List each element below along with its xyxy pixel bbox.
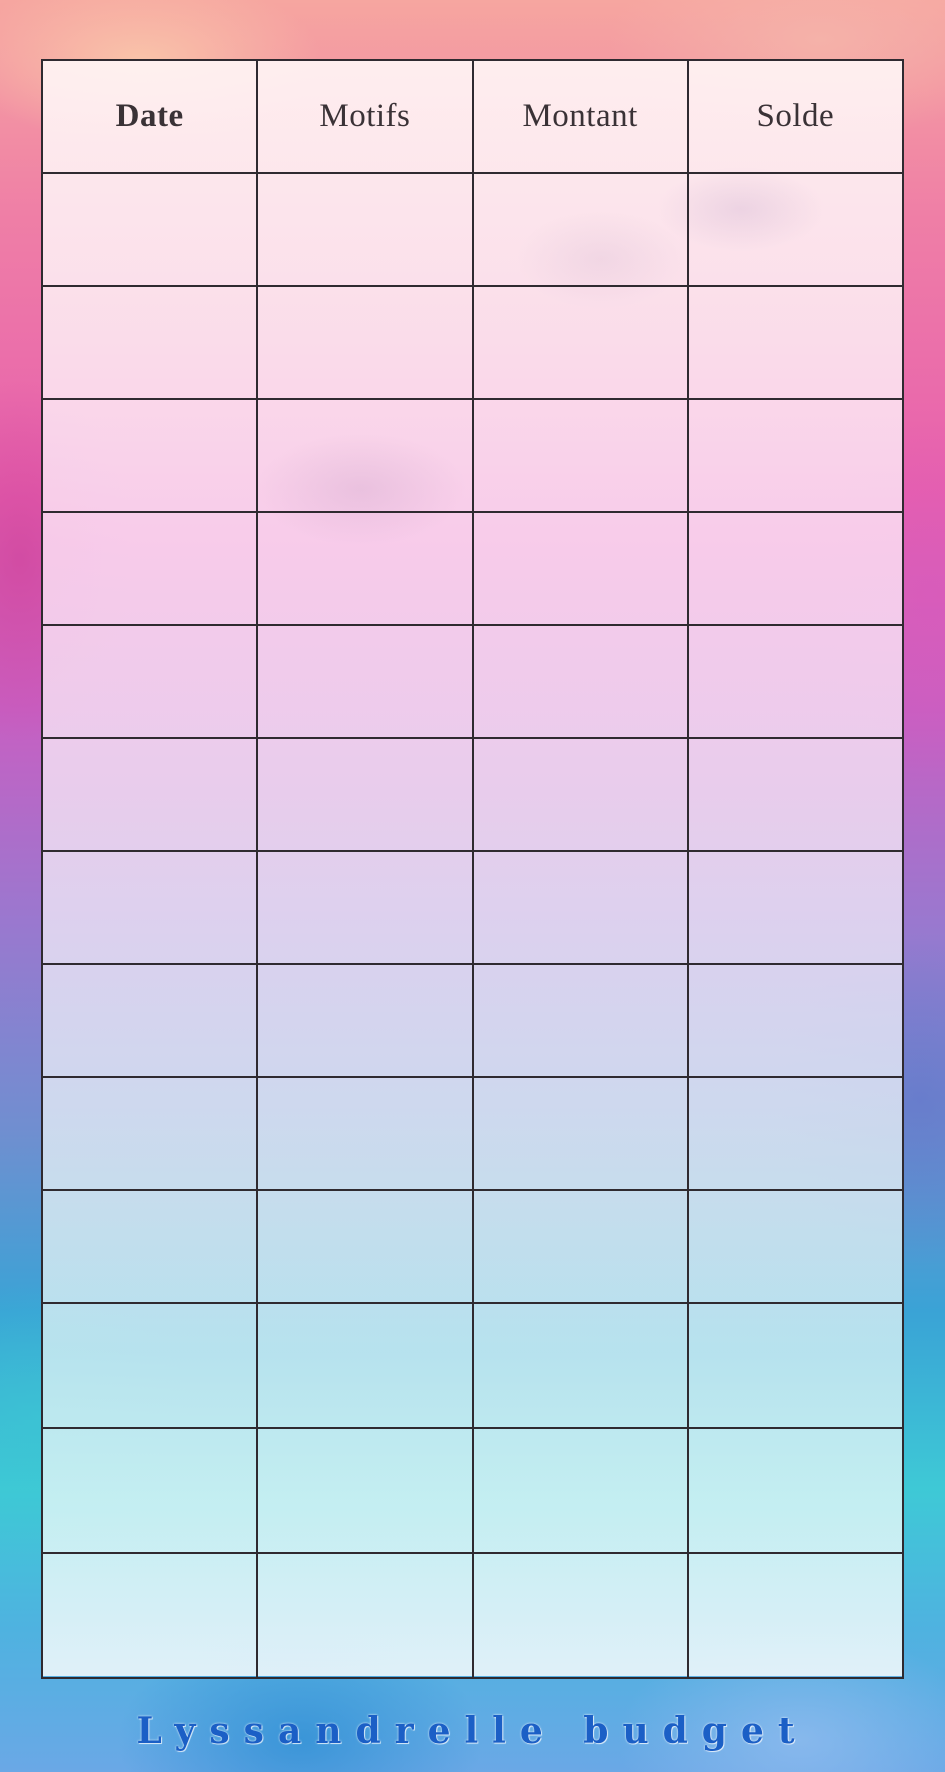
date-cell[interactable]	[40, 963, 259, 1078]
amount-cell[interactable]	[471, 1189, 689, 1304]
budget-page: { "table": { "headers": [ {"label": "Dat…	[0, 0, 945, 1772]
table-row	[40, 737, 905, 852]
amount-cell[interactable]	[471, 850, 689, 965]
balance-cell[interactable]	[686, 285, 905, 400]
header-row: Date Motifs Montant Solde	[40, 59, 905, 174]
balance-cell[interactable]	[686, 172, 905, 287]
table-row	[40, 624, 905, 739]
amount-cell[interactable]	[471, 624, 689, 739]
motif-cell[interactable]	[256, 1302, 474, 1429]
header-motifs: Motifs	[256, 59, 474, 174]
balance-cell[interactable]	[686, 1552, 905, 1679]
table-row	[40, 1302, 905, 1429]
budget-table: Date Motifs Montant Solde	[40, 59, 905, 1679]
amount-cell[interactable]	[471, 398, 689, 513]
table-row	[40, 850, 905, 965]
balance-cell[interactable]	[686, 850, 905, 965]
date-cell[interactable]	[40, 850, 259, 965]
date-cell[interactable]	[40, 1552, 259, 1679]
amount-cell[interactable]	[471, 285, 689, 400]
budget-sheet: Date Motifs Montant Solde	[40, 59, 905, 1679]
balance-cell[interactable]	[686, 1302, 905, 1429]
motif-cell[interactable]	[256, 398, 474, 513]
motif-cell[interactable]	[256, 624, 474, 739]
date-cell[interactable]	[40, 737, 259, 852]
balance-cell[interactable]	[686, 511, 905, 626]
motif-cell[interactable]	[256, 850, 474, 965]
date-cell[interactable]	[40, 285, 259, 400]
motif-cell[interactable]	[256, 285, 474, 400]
header-montant: Montant	[471, 59, 689, 174]
amount-cell[interactable]	[471, 511, 689, 626]
balance-cell[interactable]	[686, 963, 905, 1078]
motif-cell[interactable]	[256, 511, 474, 626]
table-row	[40, 285, 905, 400]
amount-cell[interactable]	[471, 963, 689, 1078]
balance-cell[interactable]	[686, 737, 905, 852]
motif-cell[interactable]	[256, 1427, 474, 1554]
table-row	[40, 1552, 905, 1679]
table-row	[40, 398, 905, 513]
brand-title: Lyssandrelle budget	[136, 1710, 809, 1752]
date-cell[interactable]	[40, 1076, 259, 1191]
balance-cell[interactable]	[686, 398, 905, 513]
date-cell[interactable]	[40, 398, 259, 513]
date-cell[interactable]	[40, 1189, 259, 1304]
amount-cell[interactable]	[471, 1076, 689, 1191]
table-row	[40, 1076, 905, 1191]
header-date: Date	[40, 59, 259, 174]
motif-cell[interactable]	[256, 963, 474, 1078]
date-cell[interactable]	[40, 511, 259, 626]
date-cell[interactable]	[40, 172, 259, 287]
motif-cell[interactable]	[256, 172, 474, 287]
date-cell[interactable]	[40, 1302, 259, 1429]
balance-cell[interactable]	[686, 1427, 905, 1554]
table-row	[40, 1189, 905, 1304]
amount-cell[interactable]	[471, 1427, 689, 1554]
motif-cell[interactable]	[256, 1076, 474, 1191]
table-row	[40, 172, 905, 287]
motif-cell[interactable]	[256, 1189, 474, 1304]
date-cell[interactable]	[40, 624, 259, 739]
amount-cell[interactable]	[471, 172, 689, 287]
table-row	[40, 1427, 905, 1554]
table-row	[40, 963, 905, 1078]
balance-cell[interactable]	[686, 1076, 905, 1191]
amount-cell[interactable]	[471, 737, 689, 852]
balance-cell[interactable]	[686, 624, 905, 739]
amount-cell[interactable]	[471, 1552, 689, 1679]
motif-cell[interactable]	[256, 737, 474, 852]
header-solde: Solde	[686, 59, 905, 174]
table-row	[40, 511, 905, 626]
balance-cell[interactable]	[686, 1189, 905, 1304]
amount-cell[interactable]	[471, 1302, 689, 1429]
date-cell[interactable]	[40, 1427, 259, 1554]
motif-cell[interactable]	[256, 1552, 474, 1679]
